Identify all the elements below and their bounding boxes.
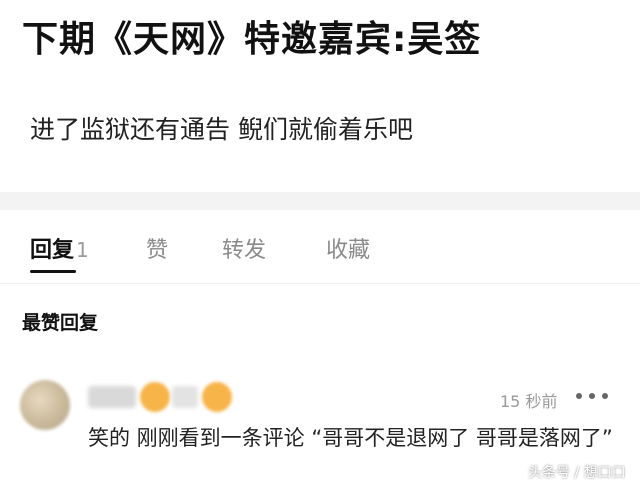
user-badge-icon [202,382,232,412]
tab-replies[interactable]: 回复 1 [30,232,89,264]
post-body: 进了监狱还有通告 鲵们就偷着乐吧 [30,115,413,144]
user-badge-blurred [172,386,198,408]
tab-reposts[interactable]: 转发 [222,232,266,264]
comment-timestamp: 15 秒前 [500,392,558,411]
active-tab-indicator [30,270,76,273]
tab-favorites[interactable]: 收藏 [326,232,370,264]
tab-replies-count: 1 [76,238,89,262]
section-divider [0,192,640,210]
commenter-name-blurred[interactable] [88,386,136,408]
user-badge-icon [140,382,170,412]
tab-likes[interactable]: 赞 [146,232,168,264]
watermark: 头条号 / 想口口 [528,465,626,481]
interaction-tabs: 回复 1 赞 转发 收藏 [0,210,640,284]
avatar[interactable] [20,380,70,430]
post-title: 下期《天网》特邀嘉宾:吴签 [22,19,482,60]
weibo-post-screen: 下期《天网》特邀嘉宾:吴签 进了监狱还有通告 鲵们就偷着乐吧 回复 1 赞 转发 … [0,0,640,493]
more-horizontal-icon[interactable] [576,388,608,404]
tab-replies-label: 回复 [30,238,75,263]
comment-text: 笑的 刚刚看到一条评论 “哥哥不是退网了 哥哥是落网了” [88,426,613,450]
top-replies-heading: 最赞回复 [22,312,99,334]
